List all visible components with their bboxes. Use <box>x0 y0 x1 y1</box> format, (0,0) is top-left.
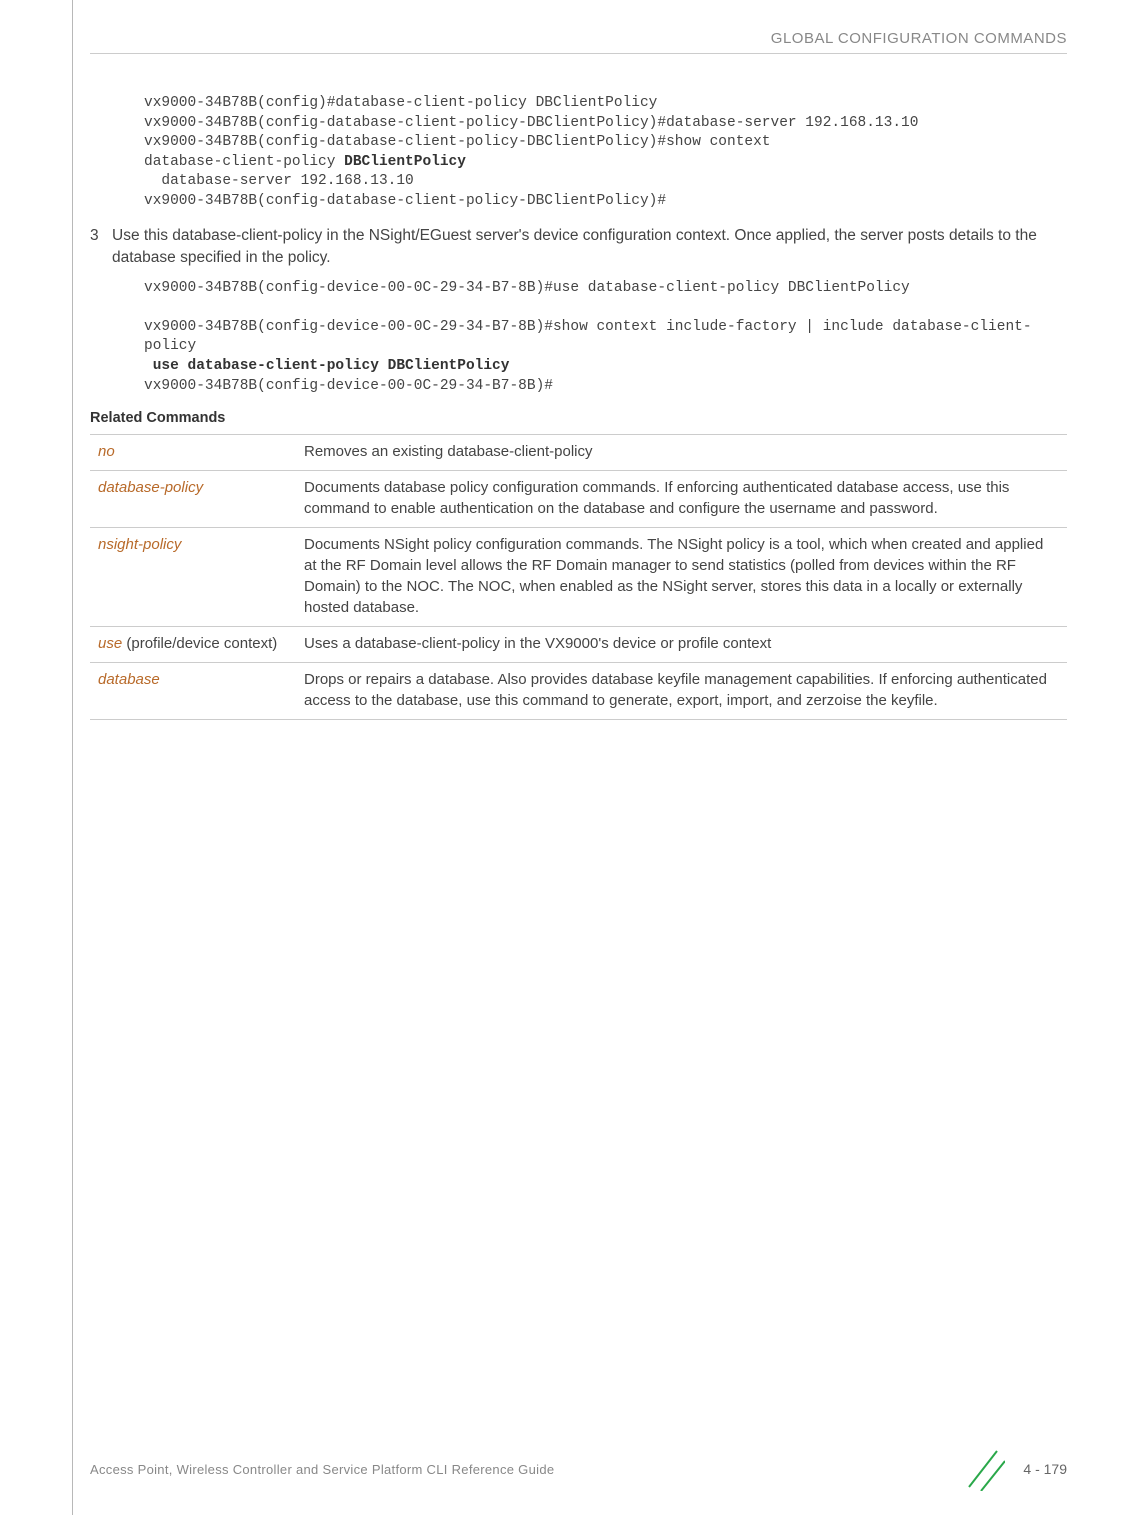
code-block-2: vx9000-34B78B(config-device-00-0C-29-34-… <box>144 279 1067 396</box>
cmd-name: database <box>98 671 160 688</box>
code-line: vx9000-34B78B(config-database-client-pol… <box>144 134 771 150</box>
related-commands-label: Related Commands <box>90 410 1067 426</box>
page-number: 4 - 179 <box>1023 1461 1067 1477</box>
desc-cell: Documents NSight policy configuration co… <box>296 528 1067 627</box>
cmd-cell: database-policy <box>90 471 296 528</box>
code-line: vx9000-34B78B(config-device-00-0C-29-34-… <box>144 280 910 296</box>
cmd-name: no <box>98 443 115 460</box>
code-line: database-server 192.168.13.10 <box>144 173 414 189</box>
desc-cell: Removes an existing database-client-poli… <box>296 435 1067 471</box>
code-line: vx9000-34B78B(config-database-client-pol… <box>144 193 666 209</box>
code-block-1: vx9000-34B78B(config)#database-client-po… <box>144 94 1067 211</box>
desc-cell: Documents database policy configuration … <box>296 471 1067 528</box>
step-number: 3 <box>90 225 112 268</box>
cmd-name: use <box>98 635 122 652</box>
footer-title: Access Point, Wireless Controller and Se… <box>90 1462 554 1477</box>
code-line: vx9000-34B78B(config-device-00-0C-29-34-… <box>144 378 553 394</box>
table-row: nsight-policy Documents NSight policy co… <box>90 528 1067 627</box>
code-line: vx9000-34B78B(config-database-client-pol… <box>144 115 918 131</box>
table-row: use (profile/device context) Uses a data… <box>90 627 1067 663</box>
step-text: Use this database-client-policy in the N… <box>112 225 1067 268</box>
footer-slash-icon <box>961 1447 1005 1491</box>
header-rule <box>90 53 1067 54</box>
table-row: database Drops or repairs a database. Al… <box>90 663 1067 720</box>
related-commands-table: no Removes an existing database-client-p… <box>90 434 1067 720</box>
step-3: 3 Use this database-client-policy in the… <box>90 225 1067 268</box>
cmd-cell: nsight-policy <box>90 528 296 627</box>
cmd-cell: no <box>90 435 296 471</box>
cmd-name: nsight-policy <box>98 536 181 553</box>
cmd-cell: database <box>90 663 296 720</box>
page-footer: Access Point, Wireless Controller and Se… <box>90 1447 1067 1491</box>
table-row: no Removes an existing database-client-p… <box>90 435 1067 471</box>
code-bold: DBClientPolicy <box>344 154 466 170</box>
table-row: database-policy Documents database polic… <box>90 471 1067 528</box>
code-line: database-client-policy <box>144 154 344 170</box>
code-line: vx9000-34B78B(config)#database-client-po… <box>144 95 657 111</box>
desc-cell: Uses a database-client-policy in the VX9… <box>296 627 1067 663</box>
cmd-name: database-policy <box>98 479 203 496</box>
code-line: vx9000-34B78B(config-device-00-0C-29-34-… <box>144 319 1032 355</box>
page-header: GLOBAL CONFIGURATION COMMANDS <box>90 30 1067 47</box>
code-bold: use database-client-policy DBClientPolic… <box>144 358 509 374</box>
cmd-cell: use (profile/device context) <box>90 627 296 663</box>
cmd-suffix: (profile/device context) <box>122 635 277 652</box>
desc-cell: Drops or repairs a database. Also provid… <box>296 663 1067 720</box>
